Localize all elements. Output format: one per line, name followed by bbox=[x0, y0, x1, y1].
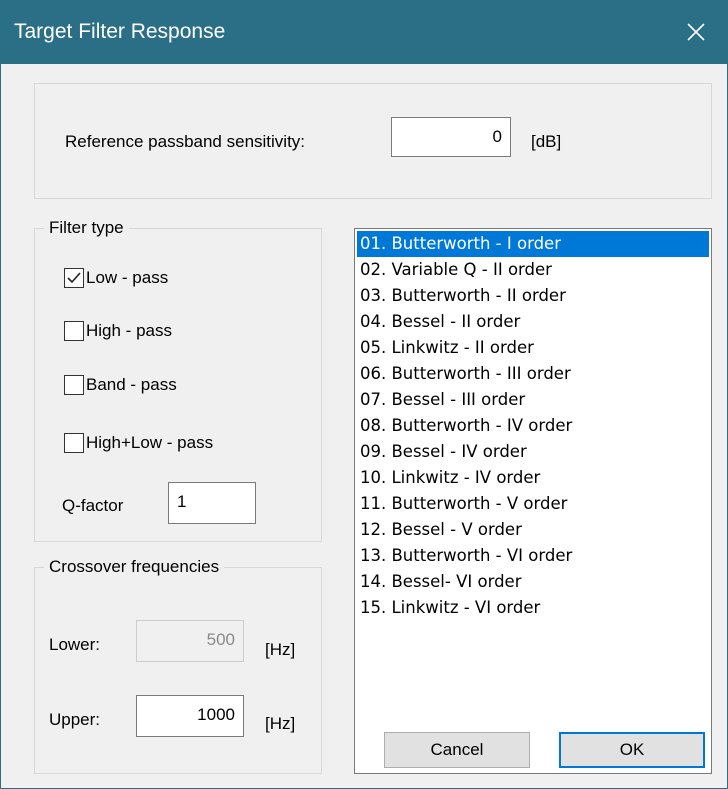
list-item[interactable]: 12. Bessel - V order bbox=[357, 517, 709, 543]
list-item[interactable]: 04. Bessel - II order bbox=[357, 309, 709, 335]
upper-frequency-input[interactable]: 1000 bbox=[136, 695, 244, 737]
bandpass-label: Band - pass bbox=[86, 375, 177, 394]
highpass-label: High - pass bbox=[86, 321, 172, 340]
window-title: Target Filter Response bbox=[14, 20, 226, 43]
q-factor-label: Q-factor bbox=[62, 496, 124, 515]
lowpass-checkbox[interactable] bbox=[64, 268, 84, 288]
crossover-group: Crossover frequencies Lower: 500 [Hz] Up… bbox=[34, 557, 322, 774]
list-item[interactable]: 14. Bessel- VI order bbox=[357, 569, 709, 595]
list-item[interactable]: 06. Butterworth - III order bbox=[357, 361, 709, 387]
reference-label: Reference passband sensitivity: bbox=[65, 132, 306, 151]
highpass-option[interactable]: High - pass bbox=[64, 321, 172, 341]
checkmark-icon bbox=[67, 272, 81, 284]
highlowpass-option[interactable]: High+Low - pass bbox=[64, 433, 213, 453]
reference-group: Reference passband sensitivity: 0 [dB] bbox=[34, 83, 712, 199]
filter-type-group: Filter type Low - pass High - pass Band … bbox=[34, 218, 322, 542]
highpass-checkbox[interactable] bbox=[64, 321, 84, 341]
list-item[interactable]: 05. Linkwitz - II order bbox=[357, 335, 709, 361]
bandpass-checkbox[interactable] bbox=[64, 375, 84, 395]
reference-sensitivity-input[interactable]: 0 bbox=[391, 117, 511, 157]
list-item[interactable]: 10. Linkwitz - IV order bbox=[357, 465, 709, 491]
list-item[interactable]: 08. Butterworth - IV order bbox=[357, 413, 709, 439]
crossover-legend: Crossover frequencies bbox=[44, 557, 225, 577]
lower-unit: [Hz] bbox=[265, 640, 296, 659]
highlowpass-checkbox[interactable] bbox=[64, 433, 84, 453]
filter-order-list[interactable]: 01. Butterworth - I order 02. Variable Q… bbox=[354, 228, 712, 774]
highlowpass-label: High+Low - pass bbox=[86, 433, 214, 452]
list-item[interactable]: 11. Butterworth - V order bbox=[357, 491, 709, 517]
upper-label: Upper: bbox=[49, 710, 101, 729]
list-item[interactable]: 09. Bessel - IV order bbox=[357, 439, 709, 465]
filter-type-legend: Filter type bbox=[44, 218, 129, 238]
close-icon bbox=[687, 23, 705, 41]
reference-unit: [dB] bbox=[531, 132, 562, 151]
list-item[interactable]: 13. Butterworth - VI order bbox=[357, 543, 709, 569]
list-item[interactable]: 07. Bessel - III order bbox=[357, 387, 709, 413]
ok-button[interactable]: OK bbox=[559, 732, 705, 768]
list-item[interactable]: 02. Variable Q - II order bbox=[357, 257, 709, 283]
cancel-button[interactable]: Cancel bbox=[384, 732, 530, 768]
list-item[interactable]: 01. Butterworth - I order bbox=[357, 231, 709, 257]
q-factor-input[interactable]: 1 bbox=[168, 482, 256, 524]
title-bar: Target Filter Response bbox=[0, 0, 728, 64]
list-item[interactable]: 03. Butterworth - II order bbox=[357, 283, 709, 309]
list-item[interactable]: 15. Linkwitz - VI order bbox=[357, 595, 709, 621]
lower-label: Lower: bbox=[49, 635, 101, 654]
upper-unit: [Hz] bbox=[265, 714, 296, 733]
close-button[interactable] bbox=[664, 0, 728, 64]
lower-frequency-input[interactable]: 500 bbox=[136, 620, 244, 662]
lowpass-option[interactable]: Low - pass bbox=[64, 268, 168, 288]
dialog-body: Reference passband sensitivity: 0 [dB] F… bbox=[0, 64, 728, 789]
lowpass-label: Low - pass bbox=[86, 268, 169, 287]
bandpass-option[interactable]: Band - pass bbox=[64, 375, 177, 395]
